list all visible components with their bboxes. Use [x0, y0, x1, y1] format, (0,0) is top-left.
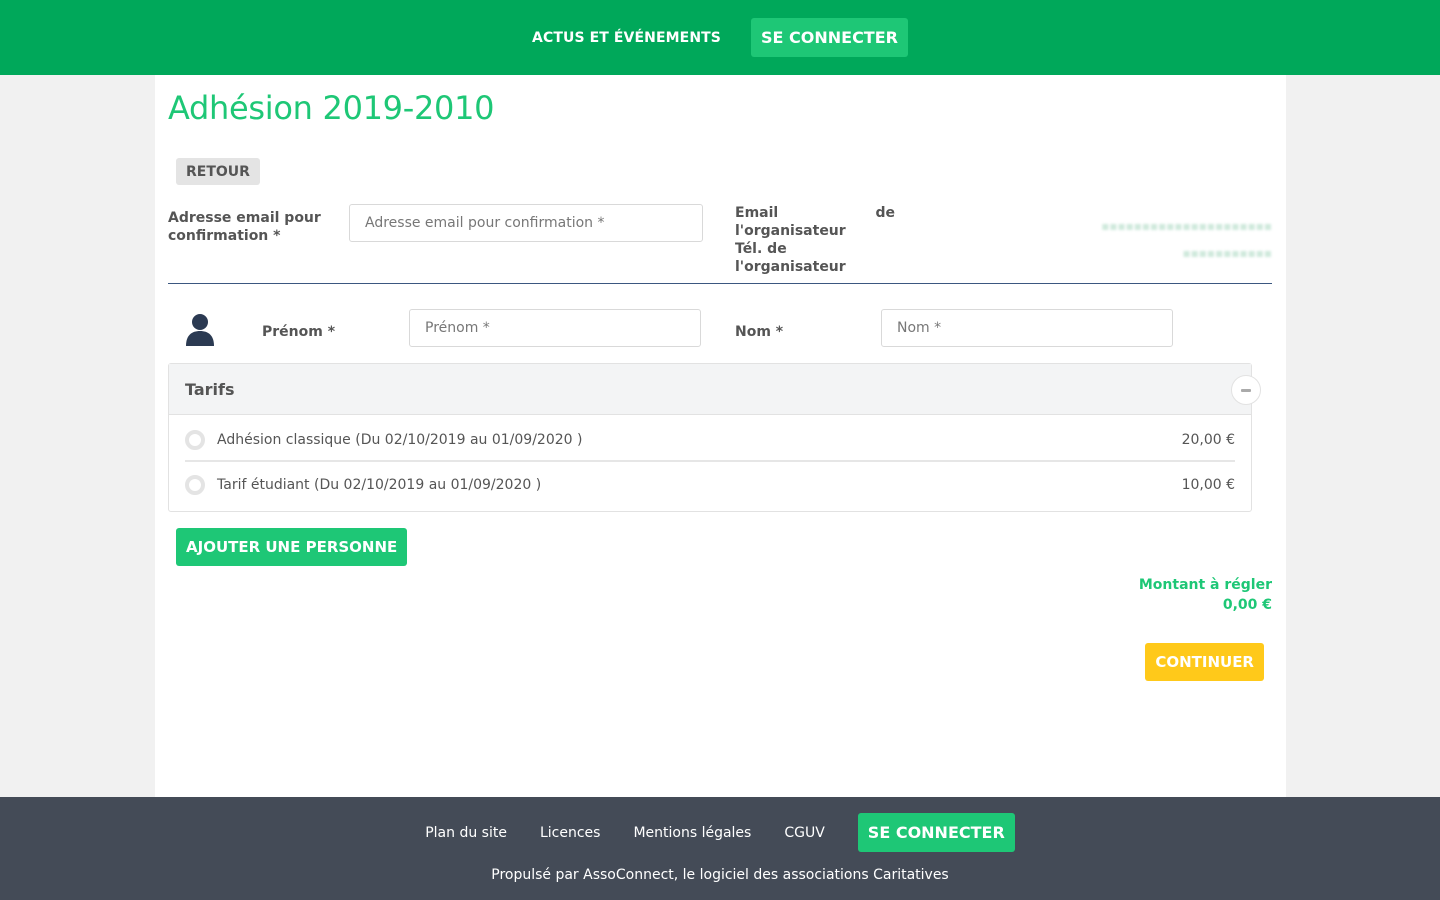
first-name-label: Prénom * — [262, 324, 336, 340]
top-navigation: ACTUS ET ÉVÉNEMENTS SE CONNECTER — [0, 0, 1440, 75]
tarif-label: Tarif étudiant (Du 02/10/2019 au 01/09/2… — [217, 476, 542, 493]
continue-button[interactable]: CONTINUER — [1145, 643, 1264, 681]
header-connect-button[interactable]: SE CONNECTER — [750, 18, 908, 57]
last-name-input[interactable] — [881, 309, 1173, 347]
nav-link-news-events[interactable]: ACTUS ET ÉVÉNEMENTS — [532, 30, 721, 46]
amount-summary: Montant à régler 0,00 € — [1139, 575, 1272, 615]
footer-link-cguv[interactable]: CGUV — [784, 825, 824, 841]
confirm-email-input[interactable] — [349, 204, 703, 242]
main-panel: Adhésion 2019-2010 RETOUR Adresse email … — [155, 75, 1286, 797]
tarif-radio[interactable] — [185, 429, 205, 450]
tarif-price: 20,00 € — [1181, 431, 1235, 448]
amount-label: Montant à régler — [1138, 577, 1272, 593]
first-name-input[interactable] — [409, 309, 701, 347]
confirm-email-label: Adresse email pour confirmation * — [168, 210, 321, 244]
footer-connect-button[interactable]: SE CONNECTER — [857, 813, 1015, 852]
organizer-email-label-rest: l'organisateur — [735, 223, 846, 239]
tarif-price: 10,00 € — [1181, 476, 1235, 493]
page-title: Adhésion 2019-2010 — [168, 89, 495, 127]
footer: Plan du site Licences Mentions légales C… — [0, 797, 1440, 900]
collapse-minus-icon[interactable] — [1231, 375, 1261, 405]
footer-links: Plan du site Licences Mentions légales C… — [0, 813, 1440, 852]
tarifs-panel: Tarifs Adhésion classique (Du 02/10/2019… — [168, 363, 1261, 512]
organizer-values-redacted: ▪▪▪▪▪▪▪▪▪▪▪▪▪▪▪▪▪▪▪▪▪ ▪▪▪▪▪▪▪▪▪▪▪ — [1101, 213, 1272, 267]
footer-powered-by: Propulsé par AssoConnect, le logiciel de… — [491, 867, 949, 883]
tarif-label: Adhésion classique (Du 02/10/2019 au 01/… — [217, 431, 583, 448]
tarifs-header: Tarifs — [169, 364, 1251, 415]
back-button[interactable]: RETOUR — [176, 158, 260, 185]
footer-link-sitemap[interactable]: Plan du site — [425, 825, 507, 841]
tarif-option[interactable]: Tarif étudiant (Du 02/10/2019 au 01/09/2… — [185, 463, 1235, 506]
organizer-email-label-word: Email — [735, 205, 779, 221]
organizer-labels: Email de l'organisateur Tél. de l'organi… — [735, 204, 895, 276]
add-person-button[interactable]: AJOUTER UNE PERSONNE — [176, 528, 408, 566]
organizer-email-label-de: de — [875, 205, 895, 221]
footer-link-licences[interactable]: Licences — [540, 825, 600, 841]
footer-link-legal[interactable]: Mentions légales — [633, 825, 751, 841]
organizer-phone-redacted: ▪▪▪▪▪▪▪▪▪▪▪ — [1182, 246, 1272, 260]
section-divider — [168, 283, 1272, 284]
tarif-radio[interactable] — [185, 474, 205, 495]
amount-value: 0,00 € — [1222, 597, 1272, 613]
person-avatar-icon — [186, 314, 214, 346]
organizer-email-redacted: ▪▪▪▪▪▪▪▪▪▪▪▪▪▪▪▪▪▪▪▪▪ — [1101, 219, 1272, 233]
tarifs-title: Tarifs — [185, 379, 235, 399]
organizer-phone-label: Tél. de l'organisateur — [735, 241, 846, 275]
tarif-option[interactable]: Adhésion classique (Du 02/10/2019 au 01/… — [185, 419, 1235, 462]
last-name-label: Nom * — [735, 324, 784, 340]
